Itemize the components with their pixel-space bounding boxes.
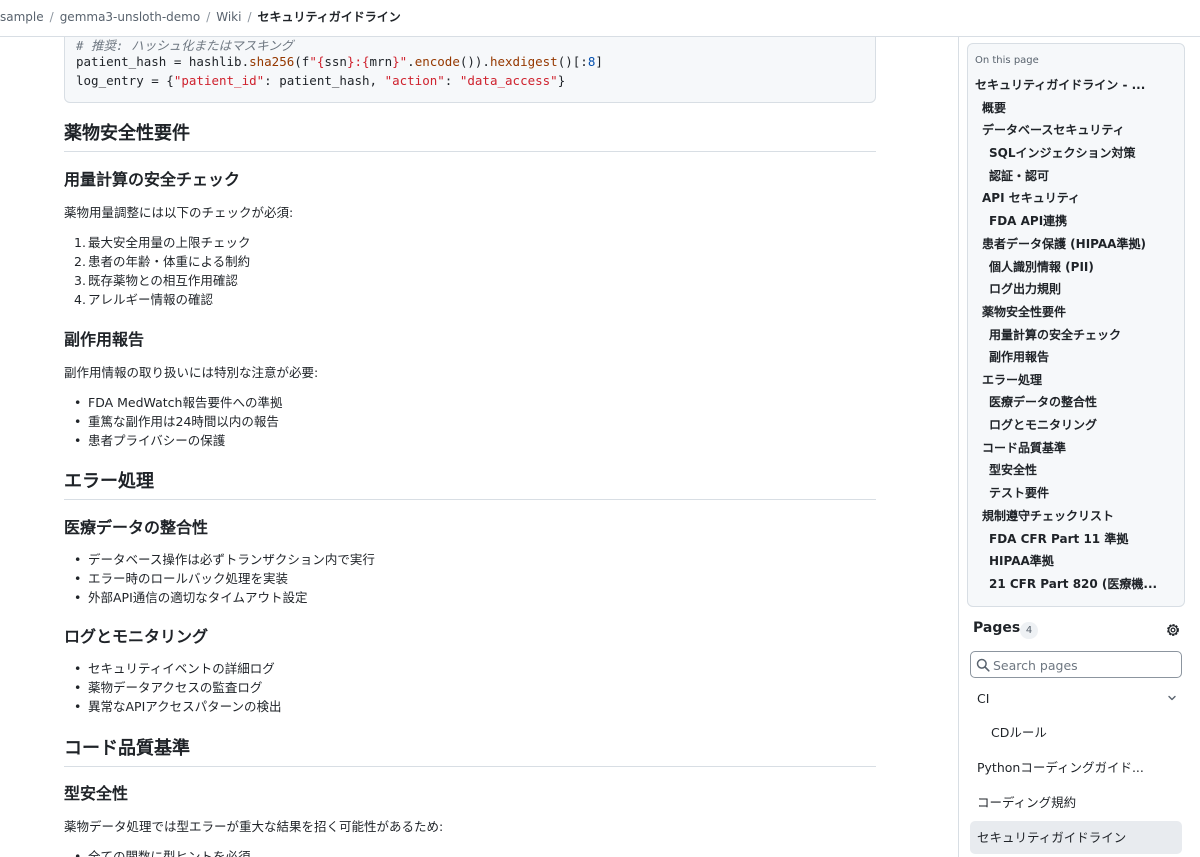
toc-item[interactable]: コード品質基準 xyxy=(982,440,1066,456)
toc-item[interactable]: 概要 xyxy=(982,100,1006,116)
pages-count-badge: 4 xyxy=(1020,622,1038,639)
toc-item[interactable]: 副作用報告 xyxy=(989,349,1049,365)
page-item-cd-rules[interactable]: CDルール xyxy=(970,716,1182,749)
breadcrumb: sample / gemma3-unsloth-demo / Wiki / セキュリティガイ… xyxy=(0,9,401,25)
list-item: • セキュリティイベントの詳細ログ xyxy=(74,661,275,676)
list-item: 4. アレルギー情報の確認 xyxy=(74,292,214,307)
toc-item[interactable]: API セキュリティ xyxy=(982,190,1080,206)
toc-item[interactable]: セキュリティガイドライン - ... xyxy=(975,77,1145,93)
toc-item[interactable]: ログ出力規則 xyxy=(989,281,1061,297)
list-item: 2. 患者の年齢・体重による制約 xyxy=(74,254,251,269)
toc-item[interactable]: 患者データ保護 (HIPAA準拠) xyxy=(982,236,1146,252)
top-bar: sample / gemma3-unsloth-demo / Wiki / セキュリティガイ… xyxy=(0,0,1200,37)
sidebar-divider xyxy=(958,37,959,857)
code-line: patient_hash = hashlib.sha256(f"{ssn}:{m… xyxy=(76,54,603,69)
heading-type-safety: 型安全性 xyxy=(64,784,129,803)
heading-drug-safety: 薬物安全性要件 xyxy=(64,122,876,152)
list-item: • 薬物データアクセスの監査ログ xyxy=(74,680,263,695)
page-item-python-guide[interactable]: Pythonコーディングガイド... xyxy=(970,751,1182,784)
code-token: ()). xyxy=(459,54,490,69)
toc-item[interactable]: 型安全性 xyxy=(989,462,1037,478)
breadcrumb-owner[interactable]: sample xyxy=(0,10,44,24)
code-token: "data_access" xyxy=(459,73,558,88)
page-item-security-guidelines[interactable]: セキュリティガイドライン xyxy=(970,821,1182,854)
breadcrumb-separator: / xyxy=(247,10,252,24)
paragraph: 薬物データ処理では型エラーが重大な結果を招く可能性があるため: xyxy=(64,819,444,834)
heading-logging: ログとモニタリング xyxy=(64,627,209,646)
paragraph: 副作用情報の取り扱いには特別な注意が必要: xyxy=(64,365,319,380)
code-token: "action" xyxy=(384,73,445,88)
toc-item[interactable]: 認証・認可 xyxy=(989,168,1049,184)
list-item: • 全ての関数に型ヒントを必須 xyxy=(74,849,251,857)
list-item: 3. 既存薬物との相互作用確認 xyxy=(74,273,238,288)
code-token: ()[: xyxy=(557,54,588,69)
toc-item[interactable]: FDA CFR Part 11 準拠 xyxy=(989,531,1128,547)
toc-item[interactable]: 用量計算の安全チェック xyxy=(989,327,1121,343)
code-token: encode xyxy=(414,54,460,69)
page-item-coding-standards[interactable]: コーディング規約 xyxy=(970,786,1182,819)
toc-item[interactable]: ログとモニタリング xyxy=(989,417,1097,433)
search-pages-field xyxy=(970,651,1182,678)
search-icon xyxy=(976,658,990,672)
toc-item[interactable]: 医療データの整合性 xyxy=(989,394,1097,410)
code-token: : patient_hash, xyxy=(264,73,385,88)
list-item: • FDA MedWatch報告要件への準拠 xyxy=(74,395,283,410)
toc-item[interactable]: エラー処理 xyxy=(982,372,1042,388)
breadcrumb-separator: / xyxy=(206,10,211,24)
code-token: : xyxy=(444,73,460,88)
toc-item[interactable]: 薬物安全性要件 xyxy=(982,304,1066,320)
breadcrumb-wiki[interactable]: Wiki xyxy=(216,10,241,24)
code-block: # 推奨: ハッシュ化またはマスキング patient_hash = hashl… xyxy=(64,37,876,103)
code-token: "{ xyxy=(309,54,325,69)
list-item: • 異常なAPIアクセスパターンの検出 xyxy=(74,699,282,714)
toc-item[interactable]: FDA API連携 xyxy=(989,213,1067,229)
list-item: • 外部API通信の適切なタイムアウト設定 xyxy=(74,590,308,605)
toc-item[interactable]: データベースセキュリティ xyxy=(982,122,1125,138)
chevron-down-icon[interactable] xyxy=(1166,692,1178,704)
toc-item[interactable]: 21 CFR Part 820 (医療機... xyxy=(989,576,1157,592)
heading-data-integrity: 医療データの整合性 xyxy=(64,518,209,537)
code-token: . xyxy=(407,54,415,69)
code-line: log_entry = {"patient_id": patient_hash,… xyxy=(76,73,565,88)
code-token: sha256 xyxy=(249,54,295,69)
list-item: 1. 最大安全用量の上限チェック xyxy=(74,235,251,250)
list-item: • データベース操作は必ずトランザクション内で実行 xyxy=(74,552,375,567)
search-pages-input[interactable] xyxy=(993,655,1178,675)
heading-side-effects: 副作用報告 xyxy=(64,330,145,349)
toc-item[interactable]: HIPAA準拠 xyxy=(989,553,1054,569)
code-line: # 推奨: ハッシュ化またはマスキング xyxy=(76,37,293,54)
list-item: • エラー時のロールバック処理を実装 xyxy=(74,571,289,586)
code-token: patient_hash = hashlib. xyxy=(76,54,250,69)
pages-heading: Pages xyxy=(973,620,1021,636)
toc-item[interactable]: 個人識別情報 (PII) xyxy=(989,259,1094,275)
code-token: log_entry = { xyxy=(76,73,174,88)
table-of-contents: On this page セキュリティガイドライン - ... 概要 データベー… xyxy=(967,43,1185,607)
code-token: (f xyxy=(294,54,310,69)
code-token: ] xyxy=(595,54,603,69)
code-token: } xyxy=(557,73,566,88)
toc-item[interactable]: テスト要件 xyxy=(989,485,1049,501)
code-token: hexdigest xyxy=(489,54,558,69)
list-item: • 患者プライバシーの保護 xyxy=(74,433,226,448)
wiki-content: # 推奨: ハッシュ化またはマスキング patient_hash = hashl… xyxy=(64,37,876,857)
heading-error-handling: エラー処理 xyxy=(64,470,876,500)
breadcrumb-repo[interactable]: gemma3-unsloth-demo xyxy=(60,10,201,24)
code-token: }:{ xyxy=(346,54,370,69)
list-item: • 重篤な副作用は24時間以内の報告 xyxy=(74,414,279,429)
toc-item[interactable]: SQLインジェクション対策 xyxy=(989,145,1136,161)
breadcrumb-current-page: セキュリティガイドライン xyxy=(257,10,401,24)
heading-dose-check: 用量計算の安全チェック xyxy=(64,170,241,189)
page-item-ci[interactable]: CI xyxy=(970,682,1182,715)
code-token: "patient_id" xyxy=(173,73,265,88)
toc-heading: On this page xyxy=(975,55,1039,66)
heading-code-quality: コード品質基準 xyxy=(64,737,876,767)
code-comment: # 推奨: ハッシュ化またはマスキング xyxy=(76,38,294,53)
paragraph: 薬物用量調整には以下のチェックが必須: xyxy=(64,205,294,220)
code-token: mrn xyxy=(369,54,393,69)
code-token: ssn xyxy=(324,54,347,69)
toc-item[interactable]: 規制遵守チェックリスト xyxy=(982,508,1114,524)
gear-icon[interactable] xyxy=(1165,622,1181,638)
breadcrumb-separator: / xyxy=(49,10,54,24)
code-token: }" xyxy=(392,54,408,69)
